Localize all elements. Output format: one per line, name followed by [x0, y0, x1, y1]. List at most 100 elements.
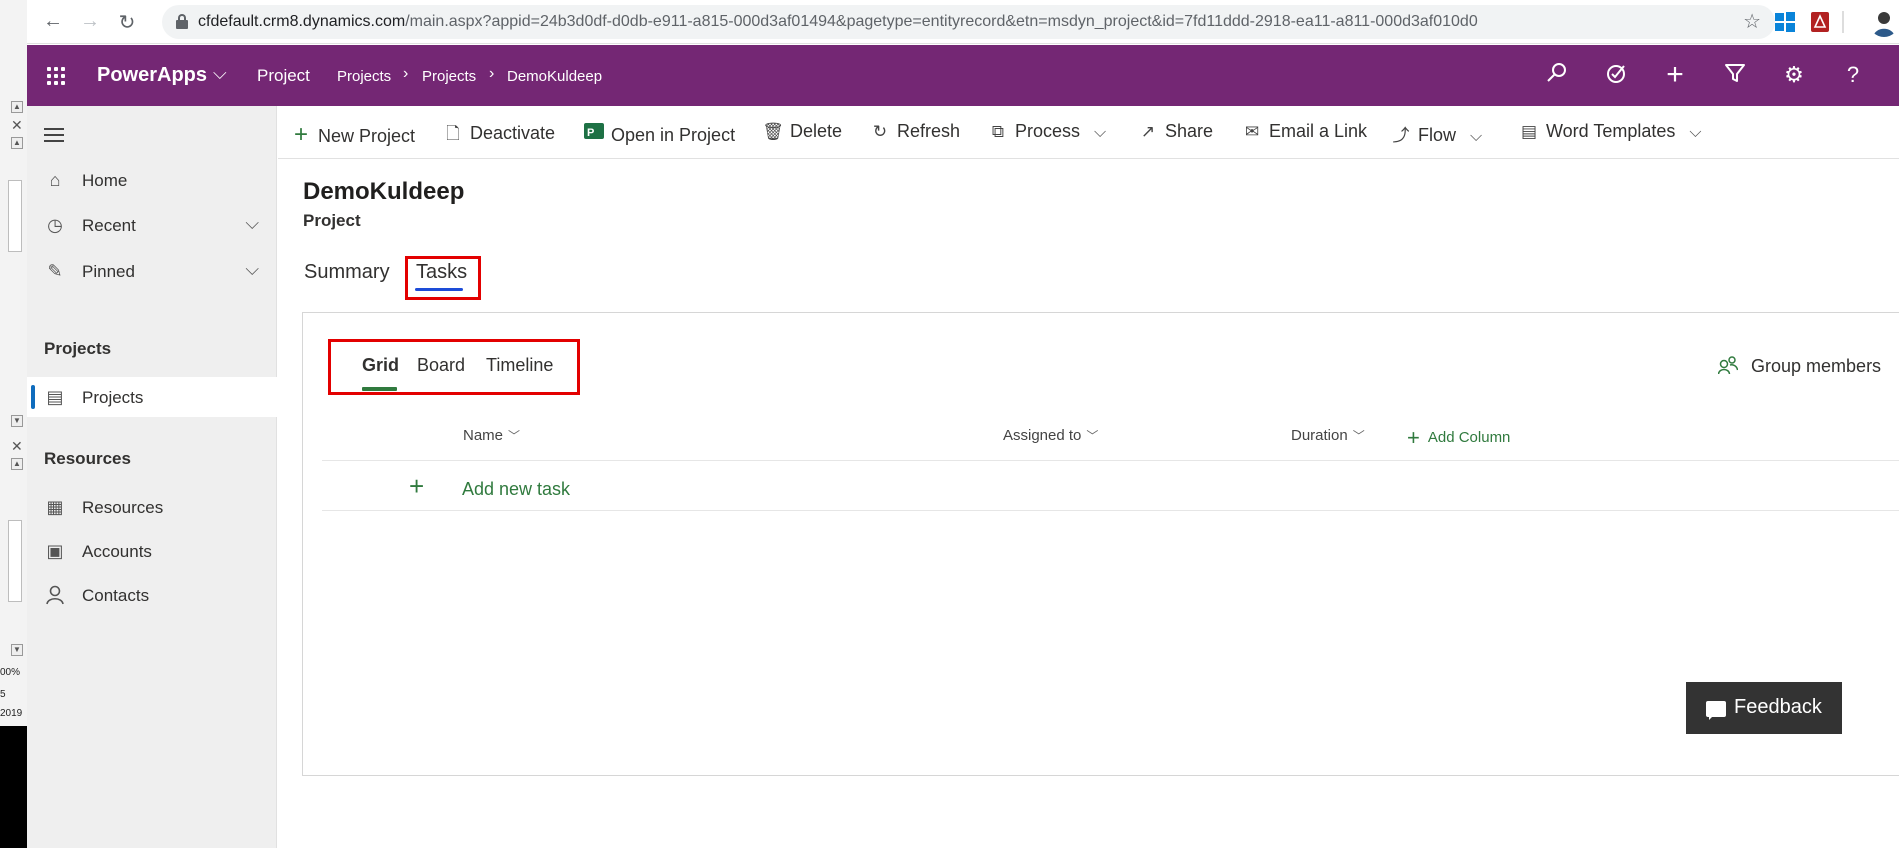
ms-project-icon: P	[583, 121, 605, 146]
flow-icon: ⤴	[1392, 126, 1410, 145]
record-entity-name: Project	[303, 211, 361, 230]
app-name[interactable]: PowerApps	[97, 64, 207, 87]
new-project-button[interactable]: + New Project	[290, 121, 415, 148]
column-header-duration[interactable]: Duration ﹀	[1291, 427, 1365, 444]
app-header: PowerApps ⌵ Project Projects › Projects …	[27, 45, 1899, 106]
sidebar-item-contacts[interactable]: Contacts	[27, 575, 277, 615]
strip-text: 2019	[0, 708, 23, 719]
strip-text: 00%	[0, 667, 21, 678]
sidebar-item-projects[interactable]: ▤ Projects	[27, 377, 277, 417]
chevron-down-icon[interactable]: ⌵	[1094, 124, 1106, 141]
scroll-up-icon[interactable]: ▲	[11, 137, 23, 149]
lock-icon[interactable]	[176, 14, 188, 29]
chevron-up-icon: ▲	[11, 101, 23, 113]
add-column-button[interactable]: + Add Column	[1407, 425, 1510, 451]
tab-summary[interactable]: Summary	[304, 261, 390, 284]
process-button[interactable]: ⧉ Process ⌵	[987, 121, 1106, 145]
feedback-label: Feedback	[1734, 696, 1822, 718]
back-icon[interactable]: ←	[41, 10, 65, 33]
area-name[interactable]: Project	[257, 66, 310, 86]
deactivate-button[interactable]: 🗋 Deactivate	[442, 121, 555, 145]
url-text[interactable]: cfdefault.crm8.dynamics.com/main.aspx?ap…	[198, 13, 1478, 31]
breadcrumb-item[interactable]: Projects	[422, 68, 476, 85]
sidebar-item-accounts[interactable]: ▣ Accounts	[27, 531, 277, 571]
sidebar-item-pinned[interactable]: ✎ Pinned ⌵	[27, 251, 277, 291]
scroll-up-icon[interactable]: ▲	[11, 458, 23, 470]
sidebar-group-title: Projects	[44, 339, 112, 358]
divider	[322, 460, 1899, 461]
dark-block	[0, 726, 27, 848]
column-header-name[interactable]: Name ﹀	[463, 427, 520, 444]
feedback-button[interactable]: Feedback	[1686, 682, 1842, 734]
chevron-right-icon: ›	[403, 65, 409, 82]
chevron-down-icon[interactable]: ⌵	[245, 213, 259, 234]
settings-gear-icon[interactable]: ⚙	[1780, 61, 1808, 89]
refresh-button[interactable]: ↻ Refresh	[869, 121, 960, 145]
column-header-assigned-to[interactable]: Assigned to ﹀	[1003, 427, 1098, 444]
active-indicator	[31, 385, 35, 409]
search-icon[interactable]	[1543, 61, 1571, 89]
highlight-box	[405, 256, 481, 300]
sidebar-item-label: Recent	[82, 216, 136, 235]
plus-icon[interactable]: +	[409, 471, 424, 502]
chevron-down-icon[interactable]: ⌵	[1689, 124, 1701, 141]
sidebar-item-resources[interactable]: ▦ Resources	[27, 487, 277, 527]
star-icon[interactable]: ☆	[1743, 9, 1761, 34]
breadcrumb-item[interactable]: Projects	[337, 68, 391, 85]
group-members-button[interactable]: Group members	[1717, 355, 1881, 377]
scroll-down-icon[interactable]: ▼	[11, 415, 23, 427]
accounts-icon: ▣	[46, 541, 64, 561]
help-icon[interactable]: ?	[1839, 61, 1867, 89]
sidebar-item-label: Resources	[82, 498, 164, 517]
windows-extension-icon[interactable]	[1774, 11, 1796, 33]
hamburger-menu-icon[interactable]	[44, 128, 64, 146]
group-members-icon	[1717, 356, 1743, 376]
plus-icon[interactable]: +	[1661, 60, 1689, 90]
chevron-down-icon: ﹀	[1086, 429, 1099, 443]
filter-icon[interactable]	[1721, 61, 1749, 89]
chevron-down-icon: ﹀	[1352, 429, 1365, 443]
scrollbar[interactable]	[8, 180, 22, 252]
record-title: DemoKuldeep	[303, 178, 465, 205]
sidebar-item-home[interactable]: ⌂ Home	[27, 160, 277, 200]
sidebar-item-recent[interactable]: ◷ Recent ⌵	[27, 205, 277, 245]
resources-icon: ▦	[46, 497, 64, 517]
browser-toolbar: ← → ↻ cfdefault.crm8.dynamics.com/main.a…	[27, 0, 1899, 44]
process-icon: ⧉	[991, 122, 1005, 141]
delete-button[interactable]: 🗑 Delete	[762, 121, 842, 145]
word-templates-button[interactable]: ▤ Word Templates ⌵	[1518, 121, 1702, 145]
scrollbar[interactable]	[8, 520, 22, 602]
command-bar: + New Project 🗋 Deactivate P Open in Proje…	[278, 106, 1899, 159]
app-launcher-icon[interactable]	[47, 67, 65, 85]
refresh-icon: ↻	[872, 122, 888, 141]
chevron-down-icon[interactable]: ⌵	[1470, 128, 1482, 145]
pin-icon: ✎	[47, 261, 63, 281]
toolbar-divider	[1842, 11, 1844, 33]
close-icon[interactable]: ✕	[11, 117, 23, 134]
clock-icon: ◷	[47, 215, 63, 235]
email-link-button[interactable]: ✉ Email a Link	[1241, 121, 1367, 145]
chevron-right-icon: ›	[489, 65, 495, 82]
breadcrumb-item[interactable]: DemoKuldeep	[507, 68, 602, 85]
left-edge-strip: ▲ ✕ ▲ ▼ ✕ ▲ ▼ 00% 5 2019	[0, 0, 27, 848]
sidebar-item-label: Home	[82, 171, 128, 190]
task-check-icon[interactable]	[1602, 61, 1630, 89]
trash-icon: 🗑	[762, 122, 784, 141]
pdf-extension-icon[interactable]	[1809, 11, 1831, 33]
chevron-down-icon[interactable]: ⌵	[245, 259, 259, 280]
close-icon[interactable]: ✕	[11, 438, 23, 455]
share-button[interactable]: ↗ Share	[1137, 121, 1213, 145]
word-template-icon: ▤	[1520, 122, 1538, 141]
address-bar[interactable]: cfdefault.crm8.dynamics.com/main.aspx?ap…	[162, 5, 1775, 39]
flow-button[interactable]: ⤴ Flow ⌵	[1390, 121, 1483, 145]
open-in-project-button[interactable]: P Open in Project	[583, 121, 735, 145]
forward-icon[interactable]: →	[78, 10, 102, 33]
profile-avatar-icon[interactable]	[1869, 7, 1899, 37]
plus-icon: +	[293, 121, 308, 148]
scroll-down-icon[interactable]: ▼	[11, 644, 23, 656]
reload-icon[interactable]: ↻	[115, 10, 139, 35]
add-new-task-link[interactable]: Add new task	[462, 479, 570, 500]
share-icon: ↗	[1140, 122, 1156, 141]
chevron-down-icon[interactable]: ⌵	[213, 63, 227, 84]
plus-icon: +	[1407, 425, 1420, 450]
